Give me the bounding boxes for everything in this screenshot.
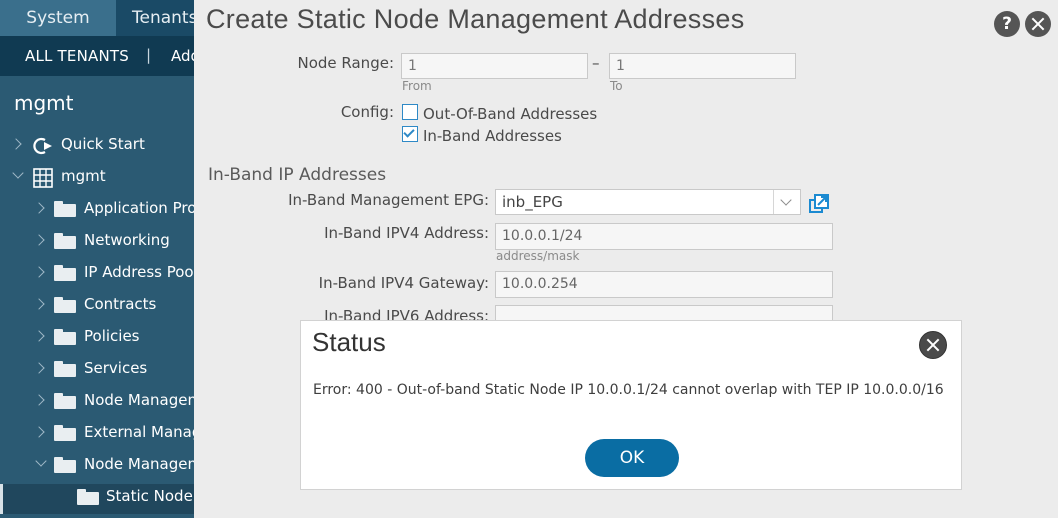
in-band-label[interactable]: In-Band Addresses (423, 127, 562, 145)
folder-icon (77, 489, 99, 505)
folder-icon (54, 265, 76, 281)
sidebar-item-label: Application Profiles (84, 199, 194, 217)
sidebar-item-label: External Management Network Instance Pro… (84, 423, 194, 441)
status-message: Error: 400 - Out-of-band Static Node IP … (313, 382, 944, 398)
sidebar: mgmt Quick Start mgmt Application Profil… (0, 76, 194, 518)
out-of-band-label[interactable]: Out-Of-Band Addresses (423, 105, 597, 123)
close-button[interactable] (1025, 11, 1051, 37)
chevron-down-icon[interactable] (773, 190, 800, 214)
tenant-title: mgmt (14, 91, 74, 115)
chevron-right-icon[interactable] (33, 266, 45, 278)
close-icon (920, 332, 946, 358)
chevron-right-icon[interactable] (33, 330, 45, 342)
sidebar-item-label: IP Address Pools (84, 263, 194, 281)
status-modal: Status Error: 400 - Out-of-band Static N… (300, 320, 962, 490)
in-band-checkbox[interactable] (402, 126, 418, 142)
folder-icon (54, 393, 76, 409)
node-range-from-hint: From (402, 79, 432, 93)
epg-select-value: inb_EPG (502, 193, 563, 211)
ipv4-address-input[interactable]: 10.0.0.1/24 (495, 223, 833, 250)
sidebar-item-label: Quick Start (61, 135, 145, 153)
close-icon (1025, 11, 1051, 37)
sidebar-item-external-management[interactable]: External Management Network Instance Pro… (0, 420, 194, 450)
chevron-right-icon[interactable] (10, 138, 22, 150)
sidebar-item-services[interactable]: Services (0, 356, 194, 386)
sidebar-item-policies[interactable]: Policies (0, 324, 194, 354)
chevron-down-icon[interactable] (12, 167, 24, 179)
sidebar-item-label: Networking (84, 231, 170, 249)
chevron-right-icon[interactable] (33, 202, 45, 214)
sidebar-item-networking[interactable]: Networking (0, 228, 194, 258)
section-title: In-Band IP Addresses (208, 165, 387, 185)
sidebar-item-ip-address-pools[interactable]: IP Address Pools (0, 260, 194, 290)
folder-icon (54, 233, 76, 249)
folder-icon (54, 201, 76, 217)
help-button[interactable]: ? (994, 11, 1020, 37)
folder-icon (54, 425, 76, 441)
chevron-right-icon[interactable] (33, 298, 45, 310)
ipv4-gateway-input[interactable]: 10.0.0.254 (495, 271, 833, 298)
subnav-separator: | (146, 46, 152, 64)
sidebar-item-label: Node Management Addresses (84, 455, 194, 473)
sidebar-item-quick-start[interactable]: Quick Start (0, 132, 194, 162)
chevron-right-icon[interactable] (33, 394, 45, 406)
sidebar-item-label: Policies (84, 327, 140, 345)
node-range-from-input[interactable]: 1 (401, 53, 588, 79)
chevron-right-icon[interactable] (33, 426, 45, 438)
quick-start-icon (33, 137, 52, 155)
tenant-grid-icon (33, 168, 53, 188)
open-in-new-icon[interactable] (808, 193, 830, 215)
out-of-band-checkbox[interactable] (402, 104, 418, 120)
sidebar-item-contracts[interactable]: Contracts (0, 292, 194, 322)
sidebar-item-label: Node Management EPGs (84, 391, 194, 409)
folder-icon (54, 297, 76, 313)
dialog-title: Create Static Node Management Addresses (206, 4, 745, 34)
sidebar-item-node-management-epgs[interactable]: Node Management EPGs (0, 388, 194, 418)
folder-icon (54, 361, 76, 377)
sidebar-item-static-node-management-addresses[interactable]: Static Node Management Addresses (0, 484, 194, 514)
ipv4-address-label: In-Band IPV4 Address: (324, 224, 489, 242)
ipv4-gateway-label: In-Band IPV4 Gateway: (318, 274, 489, 292)
sidebar-item-label: Services (84, 359, 148, 377)
node-range-dash: – (592, 54, 600, 72)
status-close-button[interactable] (919, 331, 947, 359)
sidebar-item-label: mgmt (61, 167, 106, 185)
node-range-label: Node Range: (297, 54, 394, 72)
tab-system[interactable]: System (0, 0, 116, 36)
sidebar-item-application-profiles[interactable]: Application Profiles (0, 196, 194, 226)
chevron-down-icon[interactable] (35, 455, 47, 467)
ok-button[interactable]: OK (585, 439, 679, 477)
selection-indicator (0, 484, 3, 514)
sidebar-item-label: Static Node Management Addresses (106, 487, 194, 505)
sidebar-item-node-management-addresses[interactable]: Node Management Addresses (0, 452, 194, 482)
epg-label: In-Band Management EPG: (288, 191, 489, 209)
sidebar-item-label: Contracts (84, 295, 157, 313)
top-navigation: System Tenants (0, 0, 222, 36)
node-range-to-input[interactable]: 1 (609, 53, 796, 79)
sidebar-item-mgmt[interactable]: mgmt (0, 164, 194, 194)
node-range-to-hint: To (610, 79, 623, 93)
epg-select[interactable]: inb_EPG (495, 189, 801, 215)
all-tenants-link[interactable]: ALL TENANTS (25, 47, 129, 65)
chevron-right-icon[interactable] (33, 362, 45, 374)
config-label: Config: (340, 103, 394, 121)
status-title: Status (312, 327, 386, 357)
tenant-subnav: ALL TENANTS | Add (0, 36, 200, 76)
folder-icon (54, 329, 76, 345)
chevron-right-icon[interactable] (33, 234, 45, 246)
ipv4-address-hint: address/mask (496, 249, 580, 263)
folder-icon (54, 457, 76, 473)
